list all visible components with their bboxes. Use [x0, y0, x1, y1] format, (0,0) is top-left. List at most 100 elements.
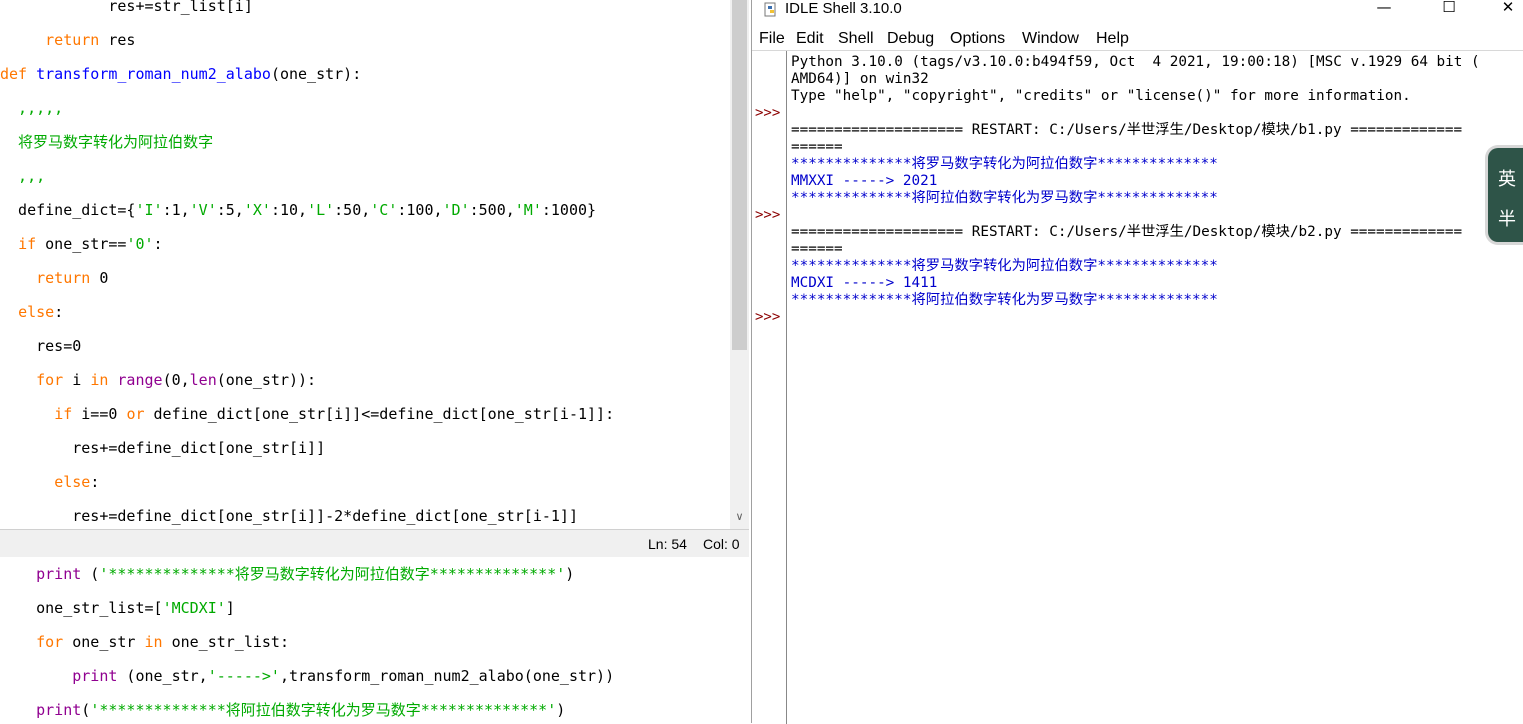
prompt-gutter: >>> >>> >>>: [752, 51, 787, 724]
code-line: res+=define_dict[one_str[i]]-2*define_di…: [0, 506, 578, 526]
window-title: IDLE Shell 3.10.0: [785, 0, 902, 17]
code-token: def: [0, 65, 28, 83]
code-token: define_dict={: [0, 201, 136, 219]
code-editor-lower[interactable]: print ('**************将罗马数字转化为阿拉伯数字*****…: [0, 557, 749, 723]
code-token: for: [36, 371, 64, 389]
code-token: define_dict[one_str[i]]<=define_dict[one…: [144, 405, 615, 423]
program-output-line: **************将罗马数字转化为阿拉伯数字*************…: [791, 258, 1218, 274]
scrollbar-thumb[interactable]: [732, 0, 747, 350]
code-token: res+=define_dict[one_str[i]]-2*define_di…: [0, 507, 578, 525]
scroll-down-arrow-icon[interactable]: ∨: [733, 510, 746, 524]
code-token: :5,: [216, 201, 244, 219]
code-token: '----->': [207, 667, 280, 685]
editor-status-bar: Ln: 54 Col: 0: [0, 529, 749, 557]
code-token: else: [18, 303, 55, 321]
code-token: 'C': [370, 201, 398, 219]
code-token: :1000}: [541, 201, 597, 219]
code-token: i==0: [72, 405, 127, 423]
code-token: return: [45, 31, 100, 49]
code-token: res+=define_dict[one_str[i]]: [0, 439, 326, 457]
code-token: 将罗马数字转化为阿拉伯数字: [0, 133, 214, 151]
code-token: transform_roman_num2_alabo: [36, 65, 271, 83]
code-token: one_str: [63, 633, 145, 651]
code-token: else: [54, 473, 91, 491]
shell-prompt: >>>: [755, 105, 781, 121]
code-token: if: [54, 405, 73, 423]
code-editor[interactable]: res+=str_list[i] return res def transform…: [0, 0, 730, 529]
code-line: for one_str in one_str_list:: [0, 632, 289, 652]
menu-debug[interactable]: Debug: [887, 29, 934, 49]
menu-help[interactable]: Help: [1096, 29, 1129, 49]
program-output-line: MMXXI -----> 2021: [791, 173, 938, 189]
menu-bar: File Edit Shell Debug Options Window Hel…: [752, 28, 1523, 50]
code-line: else:: [0, 302, 63, 322]
code-token: res: [99, 31, 136, 49]
code-line: print ('**************将罗马数字转化为阿拉伯数字*****…: [0, 564, 574, 584]
menu-window[interactable]: Window: [1022, 29, 1079, 49]
shell-line: ======: [791, 139, 843, 155]
code-token: :50,: [334, 201, 371, 219]
menu-edit[interactable]: Edit: [796, 29, 824, 49]
code-token: return: [36, 269, 91, 287]
code-line: if one_str=='0':: [0, 234, 163, 254]
code-token: '0': [126, 235, 154, 253]
ime-width-mode[interactable]: 半: [1498, 205, 1516, 231]
code-token: ): [565, 565, 575, 583]
program-output-line: **************将罗马数字转化为阿拉伯数字*************…: [791, 156, 1218, 172]
code-token: in: [144, 633, 163, 651]
code-token: '**************将阿拉伯数字转化为罗马数字************…: [90, 701, 557, 719]
code-token: len: [189, 371, 217, 389]
shell-line: ==================== RESTART: C:/Users/半…: [791, 122, 1463, 138]
ime-language-mode[interactable]: 英: [1498, 165, 1516, 191]
close-button[interactable]: ✕: [1485, 0, 1523, 16]
ime-indicator[interactable]: 英 半: [1488, 148, 1523, 242]
program-output-line: MCDXI -----> 1411: [791, 275, 938, 291]
code-line: res+=define_dict[one_str[i]]: [0, 438, 325, 458]
title-bar[interactable]: IDLE Shell 3.10.0 — ☐ ✕: [752, 0, 1523, 28]
line-number-status: Ln: 54: [648, 536, 687, 552]
code-line: ,,,,,: [0, 98, 63, 118]
code-token: (one_str,: [117, 667, 208, 685]
menu-shell[interactable]: Shell: [838, 29, 874, 49]
code-token: :500,: [469, 201, 515, 219]
code-token: 'X': [243, 201, 271, 219]
shell-output-area[interactable]: >>> >>> >>> Python 3.10.0 (tags/v3.10.0:…: [752, 50, 1523, 724]
shell-prompt: >>>: [755, 309, 781, 325]
minimize-button[interactable]: —: [1361, 0, 1407, 16]
code-token: 'I': [135, 201, 163, 219]
code-token: ]: [225, 599, 235, 617]
menu-file[interactable]: File: [759, 29, 785, 49]
code-token: 'L': [307, 201, 335, 219]
code-line: 将罗马数字转化为阿拉伯数字: [0, 132, 213, 152]
code-token: (one_str):: [270, 65, 362, 83]
code-token: (one_str)):: [216, 371, 317, 389]
menu-options[interactable]: Options: [950, 29, 1005, 49]
code-token: (0,: [162, 371, 190, 389]
code-token: (: [81, 701, 91, 719]
code-token: print: [36, 701, 82, 719]
code-token: one_str==: [36, 235, 127, 253]
code-token: res+=str_list[i]: [0, 0, 253, 15]
code-line: res+=str_list[i]: [0, 0, 253, 16]
code-token: i: [63, 371, 91, 389]
code-token: 0: [90, 269, 109, 287]
code-token: :10,: [270, 201, 308, 219]
column-number-status: Col: 0: [703, 536, 740, 552]
code-line: def transform_roman_num2_alabo(one_str):: [0, 64, 361, 84]
shell-line: AMD64)] on win32: [791, 71, 929, 87]
code-token: (: [81, 565, 100, 583]
code-token: 'M': [514, 201, 542, 219]
code-token: for: [36, 633, 64, 651]
code-token: in: [90, 371, 109, 389]
maximize-button[interactable]: ☐: [1426, 0, 1472, 16]
code-token: ,,,: [0, 167, 46, 185]
editor-vertical-scrollbar[interactable]: ∨: [730, 0, 749, 529]
shell-line: Python 3.10.0 (tags/v3.10.0:b494f59, Oct…: [791, 54, 1480, 70]
